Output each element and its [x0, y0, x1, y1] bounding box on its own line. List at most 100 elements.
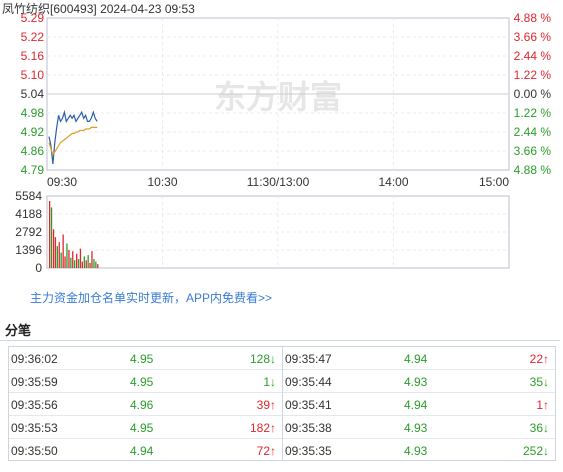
percent-tick-label: 4.88 %: [514, 11, 552, 25]
tick-volume: 182↑: [249, 421, 276, 435]
tick-price: 4.94: [404, 398, 428, 412]
tick-column-left: 09:36:02 4.95 128↓ 09:35:59 4.95 1↓ 09:35:56 4.…: [9, 347, 282, 460]
percent-tick-label: 2.44 %: [514, 125, 552, 139]
volume-bar: [49, 201, 51, 268]
tick-volume: 39↑: [256, 398, 276, 412]
tick-price: 4.95: [130, 421, 154, 435]
tick-time: 09:35:59: [11, 375, 58, 389]
tick-row: 09:35:38 4.93 36↓: [283, 416, 555, 439]
time-tick-label: 14:00: [378, 175, 408, 189]
volume-bar: [74, 260, 76, 268]
tick-row: 09:35:59 4.95 1↓: [9, 370, 282, 393]
tick-column-right: 09:35:47 4.94 22↑ 09:35:44 4.93 35↓ 09:35:41 4.…: [282, 347, 555, 460]
tick-row: 09:35:56 4.96 39↑: [9, 393, 282, 416]
volume-bar: [91, 251, 93, 268]
tick-price: 4.94: [404, 352, 428, 366]
volume-bar: [83, 256, 85, 268]
tick-time: 09:35:47: [285, 352, 332, 366]
time-tick-label: 15:00: [479, 175, 509, 189]
price-tick-label: 4.92: [21, 125, 45, 139]
volume-bar: [97, 264, 99, 268]
tick-volume: 252↓: [522, 444, 549, 458]
price-tick-label: 5.22: [21, 30, 45, 44]
time-tick-label: 11:30/13:00: [247, 175, 310, 189]
price-tick-label: 5.10: [21, 68, 45, 82]
volume-bar: [66, 243, 68, 268]
tick-price: 4.95: [130, 375, 154, 389]
tick-price: 4.93: [404, 375, 428, 389]
tick-time: 09:35:50: [11, 444, 58, 458]
tick-price: 4.93: [404, 444, 428, 458]
tick-volume: 1↑: [536, 398, 549, 412]
volume-bar: [50, 207, 53, 268]
time-tick-label: 09:30: [47, 175, 77, 189]
tick-price: 4.95: [130, 352, 154, 366]
tick-volume: 36↓: [529, 421, 549, 435]
volume-bar: [68, 249, 70, 268]
percent-tick-label: 0.00 %: [514, 87, 552, 101]
volume-bar: [89, 262, 91, 268]
volume-bar: [72, 251, 74, 268]
tick-row: 09:35:44 4.93 35↓: [283, 370, 555, 393]
tick-time: 09:35:38: [285, 421, 332, 435]
volume-bar: [58, 242, 60, 268]
volume-bar: [76, 253, 78, 268]
volume-bar: [56, 246, 58, 268]
ticks-section-title: 分笔: [5, 323, 32, 338]
tick-time: 09:35:35: [285, 444, 332, 458]
tick-row: 09:36:02 4.95 128↓: [9, 347, 282, 370]
volume-bar: [70, 257, 72, 268]
tick-table: 09:36:02 4.95 128↓ 09:35:59 4.95 1↓ 09:35:56 4.…: [8, 346, 556, 461]
percent-tick-label: 2.44 %: [514, 49, 552, 63]
price-line: [48, 109, 98, 164]
volume-bar: [62, 234, 64, 268]
volume-tick-label: 2792: [15, 225, 42, 239]
intraday-chart: 东方财富5.29 4.88 %5.22 3.66 %5.16 2.44 %5.10 1.…: [15, 11, 552, 275]
volume-bar: [87, 255, 89, 268]
tick-row: 09:35:35 4.93 252↓: [283, 439, 555, 462]
tick-time: 09:35:41: [285, 398, 332, 412]
tick-time: 09:35:44: [285, 375, 332, 389]
percent-tick-label: 4.88 %: [514, 163, 552, 177]
percent-tick-label: 1.22 %: [514, 106, 552, 120]
tick-volume: 1↓: [263, 375, 276, 389]
price-tick-label: 4.98: [21, 106, 45, 120]
tick-time: 09:35:53: [11, 421, 58, 435]
tick-price: 4.96: [130, 398, 154, 412]
volume-bar: [52, 229, 55, 268]
price-tick-label: 5.29: [21, 11, 45, 25]
volume-tick-label: 4188: [15, 207, 42, 221]
price-tick-label: 5.04: [21, 87, 45, 101]
tick-volume: 72↑: [256, 444, 276, 458]
tick-row: 09:35:53 4.95 182↑: [9, 416, 282, 439]
promo-link[interactable]: 主力资金加仓名单实时更新，APP内免费看>>: [30, 289, 272, 306]
percent-tick-label: 3.66 %: [514, 30, 552, 44]
volume-bar: [85, 260, 87, 268]
volume-bar: [64, 256, 66, 268]
volume-bar: [77, 259, 80, 268]
tick-time: 09:35:56: [11, 398, 58, 412]
price-tick-label: 4.86: [21, 144, 45, 158]
volume-tick-label: 0: [35, 261, 42, 275]
tick-time: 09:36:02: [11, 352, 58, 366]
section-divider: [0, 340, 560, 341]
volume-bar: [79, 248, 82, 268]
volume-bar: [81, 261, 83, 268]
time-tick-label: 10:30: [147, 175, 177, 189]
volume-bar: [95, 261, 97, 268]
percent-tick-label: 1.22 %: [514, 68, 552, 82]
tick-price: 4.93: [404, 421, 428, 435]
percent-tick-label: 3.66 %: [514, 144, 552, 158]
tick-volume: 128↓: [249, 352, 276, 366]
volume-bar: [60, 252, 62, 268]
tick-row: 09:35:47 4.94 22↑: [283, 347, 555, 370]
price-tick-label: 4.79: [21, 163, 45, 177]
tick-row: 09:35:41 4.94 1↑: [283, 393, 555, 416]
price-tick-label: 5.16: [21, 49, 45, 63]
tick-row: 09:35:50 4.94 72↑: [9, 439, 282, 462]
volume-bar: [93, 259, 95, 268]
volume-tick-label: 1396: [15, 243, 42, 257]
tick-price: 4.94: [130, 444, 154, 458]
tick-volume: 22↑: [529, 352, 549, 366]
volume-bar: [54, 237, 57, 268]
